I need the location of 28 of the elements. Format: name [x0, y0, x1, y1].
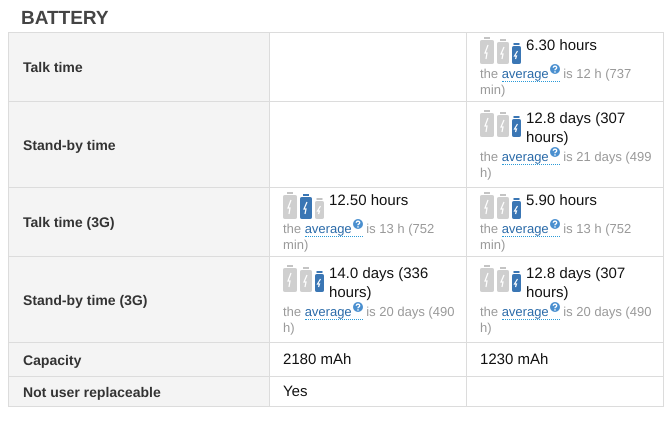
- section-title: BATTERY: [20, 7, 110, 31]
- average-link[interactable]: average: [304, 221, 363, 237]
- value-text: Yes: [283, 382, 308, 400]
- average-note: the average is 20 days (490 h): [480, 302, 652, 336]
- average-link[interactable]: average: [502, 148, 560, 164]
- average-link[interactable]: average: [502, 304, 560, 320]
- row-label: Stand-by time: [8, 102, 270, 188]
- value-text: 6.30 hours: [526, 36, 597, 55]
- row-label: Talk time: [8, 32, 270, 102]
- average-note: the average is 21 days (499 h): [480, 146, 652, 180]
- row-label: Not user replaceable: [8, 376, 270, 406]
- average-note: the average is 13 h (752 min): [480, 219, 632, 253]
- average-link[interactable]: average: [502, 66, 560, 82]
- value-text: 5.90 hours: [526, 191, 597, 210]
- average-link[interactable]: average: [502, 221, 560, 237]
- value-text: 1230 mAh: [480, 350, 548, 368]
- average-note: the average is 20 days (490 h): [283, 302, 456, 336]
- value-text: 12.50 hours: [329, 191, 408, 210]
- value-text: 12.8 days (307 hours): [526, 108, 626, 146]
- value-text: 14.0 days (336 hours): [329, 264, 430, 302]
- row-label: Talk time (3G): [8, 188, 270, 256]
- average-link[interactable]: average: [304, 304, 363, 320]
- value-text: 12.8 days (307 hours): [526, 264, 626, 302]
- average-note: the average is 12 h (737 min): [480, 64, 632, 98]
- value-text: 2180 mAh: [283, 350, 352, 368]
- row-label: Capacity: [8, 342, 270, 376]
- average-note: the average is 13 h (752 min): [283, 219, 436, 253]
- row-label: Stand-by time (3G): [8, 256, 270, 342]
